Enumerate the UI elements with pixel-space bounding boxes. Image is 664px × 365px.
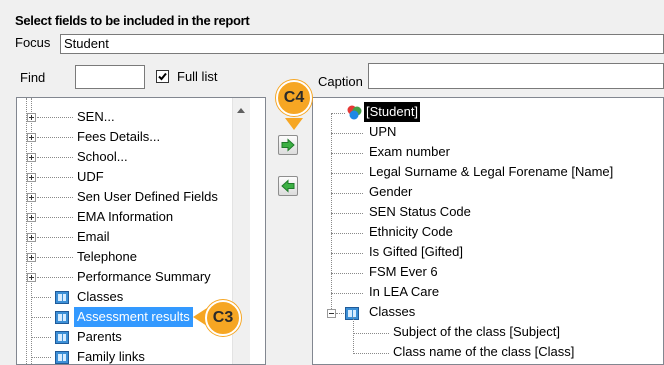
tree-connector <box>31 317 51 318</box>
expand-icon[interactable] <box>27 133 36 142</box>
tree-connector <box>353 333 389 334</box>
expand-icon[interactable] <box>27 193 36 202</box>
tree-connector <box>37 177 73 178</box>
tree-connector <box>31 357 51 358</box>
tree-field-label: In LEA Care <box>369 284 440 299</box>
expand-icon[interactable] <box>27 153 36 162</box>
tree-field-label: Subject of the class [Subject] <box>393 324 560 339</box>
remove-field-button[interactable] <box>278 176 298 196</box>
tree-connector <box>331 293 363 294</box>
tree-connector <box>37 237 73 238</box>
expand-icon[interactable] <box>27 113 36 122</box>
tree-connector <box>37 277 73 278</box>
tree-field-label: SEN Status Code <box>369 204 471 219</box>
tree-field-label: UPN <box>369 124 397 139</box>
find-label: Find <box>20 70 46 85</box>
tree-connector <box>331 233 363 234</box>
callout-c4: C4 <box>276 80 312 116</box>
tree-connector <box>31 337 51 338</box>
tree-field-label: FSM Ever 6 <box>369 264 438 279</box>
tree-connector <box>331 113 345 114</box>
tree-connector <box>37 257 73 258</box>
tree-connector <box>37 217 73 218</box>
tree-item-label: Fees Details... <box>77 129 161 144</box>
tree-connector <box>31 297 51 298</box>
collapse-icon[interactable] <box>327 309 336 318</box>
scroll-up-icon[interactable] <box>237 108 245 113</box>
tree-connector <box>331 173 363 174</box>
tree-field-label: Class name of the class [Class] <box>393 344 575 359</box>
tree-connector <box>331 133 363 134</box>
tree-item-label: EMA Information <box>77 209 174 224</box>
caption-label: Caption <box>318 74 363 89</box>
tree-item-label: Sen User Defined Fields <box>77 189 218 204</box>
selected-fields-tree[interactable]: [Student] UPN Exam number Legal Surname … <box>312 97 664 365</box>
full-list-label: Full list <box>177 69 218 84</box>
arrow-right-icon <box>281 138 295 152</box>
table-icon <box>55 331 69 344</box>
focus-label: Focus <box>15 35 51 50</box>
expand-icon[interactable] <box>27 233 36 242</box>
tree-connector <box>37 117 73 118</box>
focus-value: Student <box>64 36 109 51</box>
callout-pointer <box>285 118 303 130</box>
table-icon <box>55 311 69 324</box>
student-icon <box>347 105 362 120</box>
expand-icon[interactable] <box>27 173 36 182</box>
tree-connector <box>37 157 73 158</box>
caption-input[interactable] <box>368 63 664 89</box>
page-title: Select fields to be included in the repo… <box>15 13 250 28</box>
tree-root-label: [Student] <box>364 102 421 122</box>
tree-connector <box>331 213 363 214</box>
tree-item-label: Performance Summary <box>77 269 211 284</box>
tree-item-label: Email <box>77 229 110 244</box>
tree-item-label: SEN... <box>77 109 115 124</box>
expand-icon[interactable] <box>27 273 36 282</box>
tree-field-label: Is Gifted [Gifted] <box>369 244 463 259</box>
tree-connector <box>331 193 363 194</box>
tree-connector <box>331 153 363 154</box>
tree-item-label: Classes <box>77 289 124 304</box>
tree-connector <box>331 253 363 254</box>
checkmark-icon <box>158 72 167 81</box>
tree-item-label: Telephone <box>77 249 137 264</box>
tree-field-label: Ethnicity Code <box>369 224 453 239</box>
table-icon <box>55 351 69 364</box>
callout-c3: C3 <box>205 300 241 336</box>
tree-connector <box>353 353 389 354</box>
find-input[interactable] <box>75 65 145 89</box>
tree-item-label: Parents <box>77 329 122 344</box>
full-list-checkbox[interactable] <box>156 70 169 83</box>
tree-connector <box>37 197 73 198</box>
table-icon <box>345 307 359 320</box>
tree-connector <box>336 313 344 314</box>
tree-item-label: Family links <box>77 349 145 364</box>
tree-item-label: Assessment results <box>74 307 193 327</box>
table-icon <box>55 291 69 304</box>
arrow-left-icon <box>281 179 295 193</box>
focus-field[interactable]: Student <box>60 34 664 54</box>
expand-icon[interactable] <box>27 253 36 262</box>
add-field-button[interactable] <box>278 135 298 155</box>
tree-connector <box>37 137 73 138</box>
tree-group-label: Classes <box>369 304 416 319</box>
tree-item-label: School... <box>77 149 128 164</box>
tree-connector <box>331 273 363 274</box>
tree-field-label: Exam number <box>369 144 450 159</box>
tree-guide-line-child <box>353 317 354 354</box>
tree-item-label: UDF <box>77 169 104 184</box>
tree-field-label: Legal Surname & Legal Forename [Name] <box>369 164 614 179</box>
tree-field-label: Gender <box>369 184 413 199</box>
tree-guide-line <box>331 113 332 309</box>
expand-icon[interactable] <box>27 213 36 222</box>
